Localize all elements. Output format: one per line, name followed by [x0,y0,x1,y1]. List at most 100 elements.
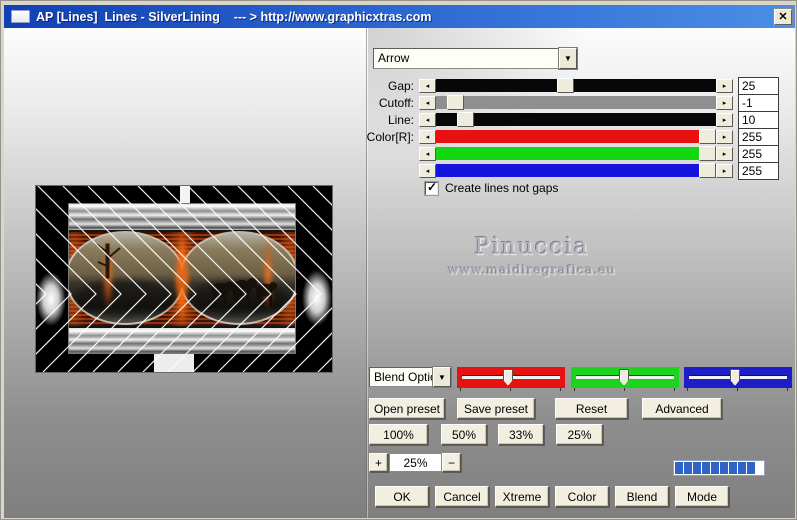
zoom-minus-button[interactable]: − [442,453,461,472]
cancel-button[interactable]: Cancel [435,486,489,507]
color-r-slider-thumb[interactable] [699,129,716,144]
slider-ticks [687,388,789,391]
app-icon [11,10,30,23]
color-b-slider-row: ◂ ▸ [360,163,784,178]
slider-left-arrow-icon[interactable]: ◂ [419,164,436,178]
gap-label: Gap: [360,79,419,93]
color-g-slider-thumb[interactable] [699,146,716,161]
color-r-value-field[interactable]: 255 [738,128,779,146]
zoom-50-button[interactable]: 50% [441,424,487,445]
color-r-slider-track[interactable] [436,130,716,143]
color-g-slider-row: ◂ ▸ [360,146,784,161]
slider-left-arrow-icon[interactable]: ◂ [419,79,436,93]
create-lines-checkbox-label: Create lines not gaps [445,181,558,195]
slider-left-arrow-icon[interactable]: ◂ [419,96,436,110]
blend-blue-thumb[interactable] [730,369,740,386]
line-preset-dropdown[interactable]: Arrow ▼ [373,48,577,69]
save-preset-button[interactable]: Save preset [457,398,535,419]
chevron-down-icon[interactable]: ▼ [559,48,577,69]
progress-bar [673,460,765,476]
color-g-value-field[interactable]: 255 [738,145,779,163]
blend-options-dropdown[interactable]: Blend Options ▼ [369,367,451,387]
line-slider-row: Line: ◂ ▸ [360,112,784,127]
progress-segment [720,462,728,474]
checkmark-icon: ✓ [427,180,437,194]
xtreme-button[interactable]: Xtreme [495,486,549,507]
blend-options-value[interactable]: Blend Options [369,367,433,387]
color-b-slider[interactable]: ◂ ▸ [419,163,733,178]
color-r-label: Color[R]: [360,130,419,144]
line-value-field[interactable]: 10 [738,111,779,129]
blend-red-thumb[interactable] [503,369,513,386]
color-b-value-field[interactable]: 255 [738,162,779,180]
color-b-slider-track[interactable] [436,164,716,177]
filter-preview-image[interactable] [36,186,332,372]
progress-segment [729,462,737,474]
blend-green-slider[interactable] [571,367,679,388]
title-bar[interactable]: AP [Lines] Lines - SilverLining --- > ht… [4,5,795,28]
close-icon[interactable]: ✕ [774,9,792,25]
zoom-25-button[interactable]: 25% [556,424,603,445]
watermark-url: www.maidiregrafica.eu [412,262,652,277]
slider-right-arrow-icon[interactable]: ▸ [716,96,733,110]
line-slider-track[interactable] [436,113,716,126]
line-slider[interactable]: ◂ ▸ [419,112,733,127]
progress-segment [684,462,692,474]
gap-value-field[interactable]: 25 [738,77,779,95]
gap-slider-row: Gap: ◂ ▸ [360,78,784,93]
gap-slider[interactable]: ◂ ▸ [419,78,733,93]
color-b-slider-thumb[interactable] [699,163,716,178]
zoom-33-button[interactable]: 33% [498,424,544,445]
cutoff-value-field[interactable]: -1 [738,94,779,112]
color-r-slider[interactable]: ◂ ▸ [419,129,733,144]
color-g-slider-track[interactable] [436,147,716,160]
line-preset-value[interactable]: Arrow [373,48,559,69]
blend-blue-slider[interactable] [684,367,792,388]
color-g-slider[interactable]: ◂ ▸ [419,146,733,161]
progress-segment [711,462,719,474]
progress-segment [702,462,710,474]
chevron-down-icon[interactable]: ▼ [433,367,451,387]
cutoff-label: Cutoff: [360,96,419,110]
progress-segment [738,462,746,474]
line-label: Line: [360,113,419,127]
slider-left-arrow-icon[interactable]: ◂ [419,147,436,161]
cutoff-slider-thumb[interactable] [447,95,464,110]
color-button[interactable]: Color [555,486,609,507]
cutoff-slider[interactable]: ◂ ▸ [419,95,733,110]
slider-right-arrow-icon[interactable]: ▸ [716,147,733,161]
zoom-100-button[interactable]: 100% [369,424,428,445]
open-preset-button[interactable]: Open preset [369,398,445,419]
slider-right-arrow-icon[interactable]: ▸ [716,164,733,178]
mode-button[interactable]: Mode [675,486,729,507]
zoom-plus-button[interactable]: + [369,453,388,472]
window-title: AP [Lines] Lines - SilverLining --- > ht… [36,10,774,24]
blend-green-thumb[interactable] [619,369,629,386]
plugin-dialog: AP [Lines] Lines - SilverLining --- > ht… [0,0,797,520]
slider-ticks [460,388,562,391]
blend-button[interactable]: Blend [615,486,669,507]
advanced-button[interactable]: Advanced [642,398,722,419]
progress-segment [747,462,755,474]
create-lines-checkbox[interactable]: ✓ [425,182,438,195]
slider-left-arrow-icon[interactable]: ◂ [419,130,436,144]
line-slider-thumb[interactable] [457,112,474,127]
watermark-name: Pinuccia [412,234,652,260]
ok-button[interactable]: OK [375,486,429,507]
slider-right-arrow-icon[interactable]: ▸ [716,79,733,93]
slider-ticks [574,388,676,391]
slider-right-arrow-icon[interactable]: ▸ [716,113,733,127]
reset-button[interactable]: Reset [555,398,628,419]
gap-slider-thumb[interactable] [557,78,574,93]
slider-right-arrow-icon[interactable]: ▸ [716,130,733,144]
zoom-level-field: 25% [389,453,442,472]
progress-segment [675,462,683,474]
blend-red-slider[interactable] [457,367,565,388]
color-r-slider-row: Color[R]: ◂ ▸ [360,129,784,144]
cutoff-slider-row: Cutoff: ◂ ▸ [360,95,784,110]
watermark: Pinuccia www.maidiregrafica.eu [412,234,652,277]
create-lines-checkbox-row: ✓ Create lines not gaps [425,181,558,195]
cutoff-slider-track[interactable] [436,96,716,109]
gap-slider-track[interactable] [436,79,716,92]
slider-left-arrow-icon[interactable]: ◂ [419,113,436,127]
